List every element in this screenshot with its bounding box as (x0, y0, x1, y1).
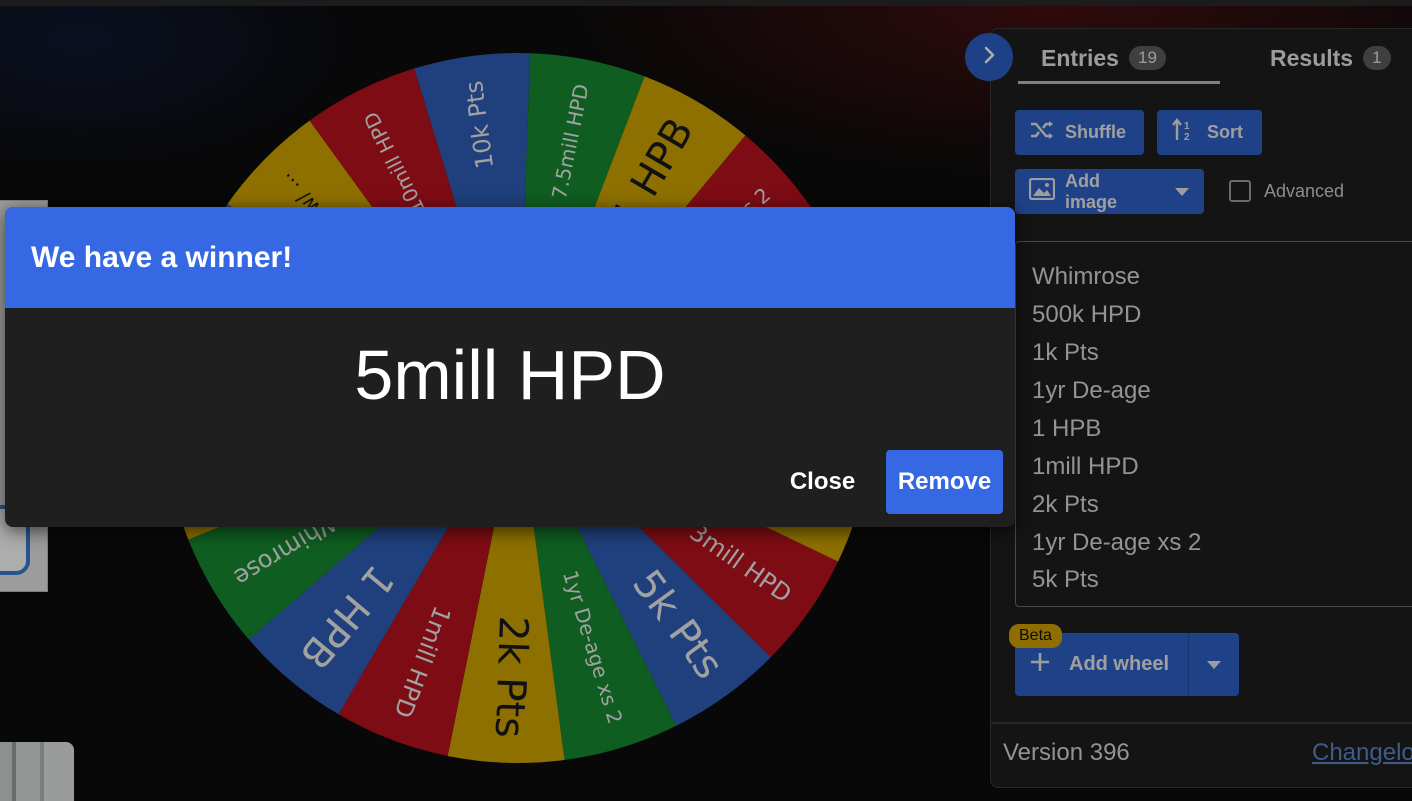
entry-line: Whimrose (1032, 263, 1141, 290)
entry-line: 1yr De-age xs 2 (1032, 529, 1202, 556)
sort-label: Sort (1207, 122, 1243, 142)
entry-line: 500k HPD (1032, 301, 1142, 328)
add-image-button[interactable]: Add image (1015, 169, 1204, 214)
chevron-down-icon (1174, 181, 1190, 202)
sort-icon: 12 (1171, 118, 1197, 147)
dialog-title: We have a winner! (31, 241, 293, 274)
active-tab-indicator (1018, 81, 1220, 84)
entry-line: 1mill HPD (1032, 453, 1139, 480)
winner-text: 5mill HPD (354, 336, 666, 414)
advanced-checkbox[interactable] (1229, 180, 1251, 202)
shuffle-label: Shuffle (1065, 122, 1126, 142)
image-icon (1028, 177, 1056, 205)
collapse-panel-button[interactable] (965, 33, 1013, 81)
entry-line: 5k Pts (1032, 566, 1099, 593)
wheel-thumbnail[interactable] (0, 742, 74, 801)
add-wheel-dropdown[interactable] (1188, 633, 1239, 696)
beta-badge: Beta (1009, 624, 1062, 648)
plus-icon (1029, 651, 1051, 678)
add-wheel-label: Add wheel (1069, 653, 1170, 675)
entry-line: 2k Pts (1032, 491, 1099, 518)
remove-button[interactable]: Remove (886, 450, 1003, 514)
svg-text:1: 1 (1184, 121, 1190, 132)
tab-results[interactable]: Results 1 (1270, 40, 1391, 76)
advanced-label: Advanced (1264, 181, 1345, 201)
shuffle-button[interactable]: Shuffle (1015, 110, 1144, 155)
close-button[interactable]: Close (775, 450, 870, 514)
entry-line: 1 HPB (1032, 415, 1102, 442)
entry-line: 1yr De-age (1032, 377, 1151, 404)
dialog-header: We have a winner! (5, 207, 1015, 308)
panel-divider (990, 722, 1412, 724)
entries-count-badge: 19 (1128, 46, 1166, 70)
changelog-link[interactable]: Changelog (1312, 739, 1412, 767)
entry-line: 1k Pts (1032, 339, 1099, 366)
tab-entries-label: Entries (1041, 44, 1119, 71)
tab-results-label: Results (1270, 44, 1354, 71)
tab-entries[interactable]: Entries 19 (1041, 40, 1166, 76)
add-image-label: Add image (1065, 170, 1118, 212)
winner-dialog: We have a winner! 5mill HPD Close Remove (5, 207, 1015, 527)
shuffle-icon (1029, 119, 1055, 146)
chevron-down-icon (1206, 654, 1222, 675)
wheel-segment-label: 2k Pts (486, 615, 536, 738)
results-count-badge: 1 (1363, 46, 1391, 70)
svg-text:2: 2 (1184, 132, 1190, 142)
version-text: Version 396 (1003, 739, 1130, 766)
chevron-right-icon (978, 44, 1000, 71)
sort-button[interactable]: 12 Sort (1157, 110, 1262, 155)
